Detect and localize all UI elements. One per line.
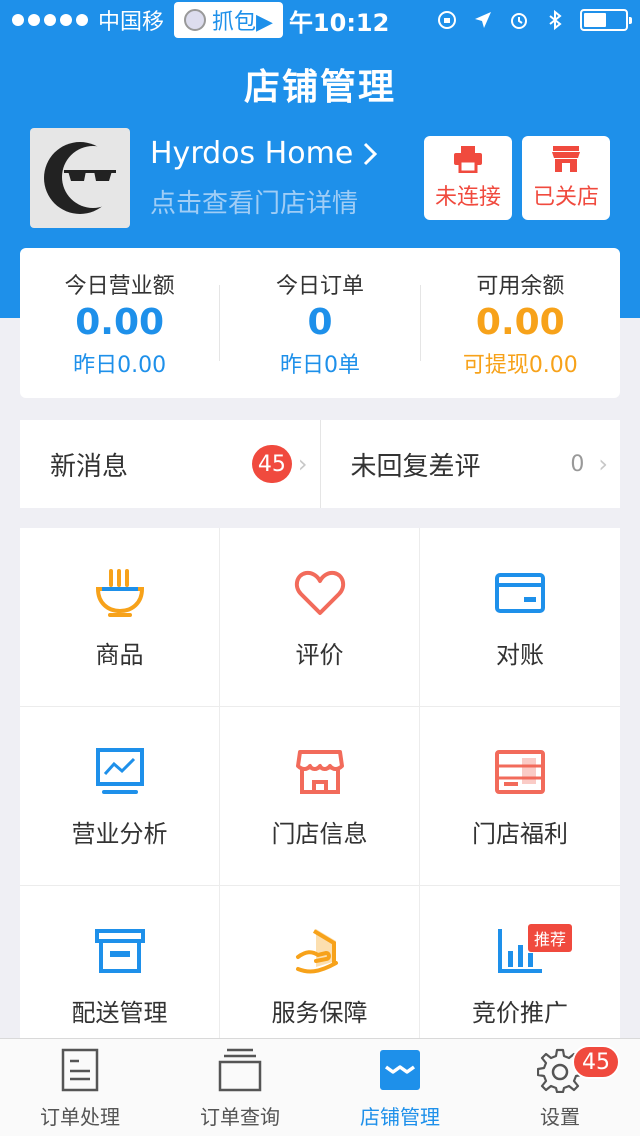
grid-item-reviews[interactable]: 评价 xyxy=(220,528,420,707)
stat-label: 今日订单 xyxy=(275,273,364,299)
grid-item-label: 配送管理 xyxy=(71,998,168,1027)
tab-order-query[interactable]: 订单查询 xyxy=(160,1039,320,1136)
unreplied-reviews-item[interactable]: 未回复差评 0 › xyxy=(319,420,621,508)
box-icon xyxy=(94,928,145,973)
storefront-icon xyxy=(552,146,580,172)
bunny-icon xyxy=(184,9,207,31)
page-title: 店铺管理 xyxy=(243,67,396,108)
chevron-right-icon: › xyxy=(598,450,608,478)
store-icon xyxy=(295,749,344,794)
grid-item-products[interactable]: 商品 xyxy=(20,528,220,707)
grid-item-bid-promotion[interactable]: 推荐 竞价推广 xyxy=(420,886,620,1038)
battery-icon xyxy=(580,9,632,31)
gift-icon xyxy=(495,749,545,794)
card-icon xyxy=(495,572,545,613)
messages-row: 新消息 45 › 未回复差评 0 › xyxy=(20,420,620,508)
shop-info[interactable]: Hyrdos Home 点击查看门店详情 xyxy=(150,136,379,220)
grid-item-label: 门店信息 xyxy=(271,819,368,848)
stat-value: 0 xyxy=(307,301,333,343)
shield-hand-icon xyxy=(295,928,338,973)
tab-bar: 订单处理 订单查询 店铺管理 45 设置 xyxy=(0,1038,640,1136)
shop-summary: Hyrdos Home 点击查看门店详情 未连接 已关店 xyxy=(30,128,610,228)
printer-connect-label: 未连接 xyxy=(434,185,501,210)
printer-icon xyxy=(454,146,482,173)
carrier-label: 中国移 xyxy=(98,10,165,35)
grid-item-label: 评价 xyxy=(295,640,344,669)
new-messages-item[interactable]: 新消息 45 › xyxy=(20,420,320,508)
shop-subtitle: 点击查看门店详情 xyxy=(150,189,359,219)
stat-available-balance[interactable]: 可用余额 0.00 可提现0.00 xyxy=(421,268,620,379)
new-messages-label: 新消息 xyxy=(50,451,129,482)
unreplied-reviews-label: 未回复差评 xyxy=(350,451,481,482)
store-status-button[interactable]: 已关店 xyxy=(522,136,610,220)
chevron-right-icon: › xyxy=(297,450,308,478)
function-grid: 商品 评价 对账 营业分析 门店信息 门店福利 配送管理 服务保障 推荐 竞价推… xyxy=(20,528,620,1038)
stat-label: 可用余额 xyxy=(476,273,565,299)
stat-value: 0.00 xyxy=(475,301,565,343)
grid-item-label: 门店福利 xyxy=(472,819,568,848)
stack-icon xyxy=(218,1048,262,1092)
capture-badge[interactable]: 抓包▶ xyxy=(174,2,283,38)
grid-item-delivery[interactable]: 配送管理 xyxy=(20,886,220,1038)
sunglasses-icon xyxy=(64,170,116,181)
heart-icon xyxy=(294,570,345,615)
alarm-icon xyxy=(511,13,527,29)
grid-item-store-benefits[interactable]: 门店福利 xyxy=(420,707,620,886)
signal-strength-icon xyxy=(12,14,88,26)
stat-sub: 昨日0.00 xyxy=(73,352,167,378)
stat-label: 今日营业额 xyxy=(64,273,175,299)
capture-label: 抓包▶ xyxy=(212,10,273,35)
document-icon xyxy=(61,1048,99,1092)
bowl-icon xyxy=(95,568,144,617)
grid-item-business-analysis[interactable]: 营业分析 xyxy=(20,707,220,886)
status-bar: 中国移 抓包▶ 午10:12 xyxy=(0,0,640,40)
grid-item-service-guarantee[interactable]: 服务保障 xyxy=(220,886,420,1038)
grid-item-label: 服务保障 xyxy=(271,998,368,1027)
grid-item-reconciliation[interactable]: 对账 xyxy=(420,528,620,707)
recommend-tag: 推荐 xyxy=(528,924,573,952)
store-management-icon xyxy=(380,1050,420,1090)
unreplied-reviews-count: 0 xyxy=(570,451,585,477)
settings-badge: 45 xyxy=(572,1045,620,1079)
tab-label: 店铺管理 xyxy=(360,1105,440,1129)
stat-sub: 可提现0.00 xyxy=(462,352,578,378)
location-arrow-icon xyxy=(475,12,491,28)
clock: 午10:12 xyxy=(288,8,390,37)
tab-label: 设置 xyxy=(540,1105,580,1129)
grid-item-label: 营业分析 xyxy=(71,819,168,848)
stats-card: 今日营业额 0.00 昨日0.00 今日订单 0 昨日0单 可用余额 0.00 … xyxy=(20,248,620,398)
printer-connect-button[interactable]: 未连接 xyxy=(424,136,512,220)
tab-label: 订单处理 xyxy=(40,1105,120,1129)
stat-today-revenue[interactable]: 今日营业额 0.00 昨日0.00 xyxy=(20,268,219,379)
tab-store-management[interactable]: 店铺管理 xyxy=(320,1039,480,1136)
shop-avatar[interactable] xyxy=(30,128,130,228)
grid-item-label: 竞价推广 xyxy=(472,998,568,1027)
tab-order-processing[interactable]: 订单处理 xyxy=(0,1039,160,1136)
chevron-right-icon xyxy=(364,142,378,165)
stat-value: 0.00 xyxy=(75,301,165,343)
tab-label: 订单查询 xyxy=(200,1105,280,1129)
store-status-label: 已关店 xyxy=(532,185,599,210)
tab-settings[interactable]: 45 设置 xyxy=(480,1039,640,1136)
stat-sub: 昨日0单 xyxy=(279,352,360,378)
chart-monitor-icon xyxy=(95,747,144,794)
grid-item-label: 对账 xyxy=(496,640,544,669)
shop-name: Hyrdos Home xyxy=(150,136,354,171)
grid-item-store-info[interactable]: 门店信息 xyxy=(220,707,420,886)
stat-today-orders[interactable]: 今日订单 0 昨日0单 xyxy=(220,268,419,379)
grid-item-label: 商品 xyxy=(95,640,144,669)
rotation-lock-icon xyxy=(438,11,456,29)
new-messages-badge: 45 xyxy=(251,445,292,483)
bluetooth-icon xyxy=(549,9,562,31)
